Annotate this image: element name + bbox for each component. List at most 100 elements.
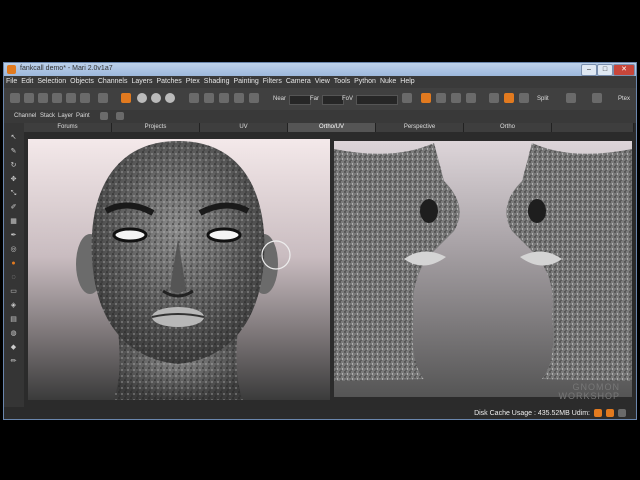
ptex-label[interactable]: Ptex [618,96,630,102]
disk-cache-status: Disk Cache Usage : 435.52MB Udim: [474,410,590,417]
mari-app-icon [7,65,16,74]
stack-button[interactable]: Stack [40,113,55,119]
tab-ortho[interactable]: Ortho [464,123,552,132]
window-title: fankcall demo* - Mari 2.0v1a7 [20,65,113,72]
shader-icon[interactable] [592,93,602,103]
split-label[interactable]: Split [537,96,549,102]
status-gear-icon[interactable] [594,409,602,417]
menu-patches[interactable]: Patches [154,76,183,85]
layer-button[interactable]: Layer [58,113,73,119]
move-icon[interactable] [436,93,446,103]
clone-icon[interactable]: ◎ [9,245,18,254]
bake-icon[interactable] [519,93,529,103]
sphere-brush-icon[interactable] [137,93,147,103]
menu-bar: File Edit Selection Objects Channels Layers Pa… [4,76,636,88]
rotate-icon[interactable] [451,93,461,103]
far-field[interactable] [322,95,344,105]
add-layer-icon[interactable] [100,112,108,120]
close-button[interactable]: ✕ [613,64,635,76]
pen-icon[interactable]: ✏ [9,357,18,366]
gradient-icon[interactable]: ▤ [9,315,18,324]
paint-through-icon[interactable] [189,93,199,103]
head-model [76,141,291,400]
wireframe-icon[interactable] [504,93,514,103]
camera-icon[interactable] [489,93,499,103]
view-tabs: Forums Projects UV Ortho/UV Perspective … [24,123,634,132]
tab-ortho-uv[interactable]: Ortho/UV [288,123,376,132]
menu-objects[interactable]: Objects [68,76,96,85]
rotate-view-icon[interactable]: ↻ [9,161,18,170]
open-project-icon[interactable] [24,93,34,103]
main-toolbar: Near Far FoV Split Ptex [4,88,636,111]
import-icon[interactable] [52,93,62,103]
minimize-button[interactable]: – [581,64,597,76]
uv-viewport[interactable] [334,141,632,397]
tool-palette: ↖ ✎ ↻ ✥ ⤡ ✐ ▦ ✒ ◎ ● ◌ ▭ ◈ ▤ ◍ ◆ ✏ [4,123,24,419]
status-lock-icon[interactable] [618,409,626,417]
eraser-icon[interactable]: ▭ [9,287,18,296]
menu-shading[interactable]: Shading [202,76,232,85]
patch-select-icon[interactable] [219,93,229,103]
status-brush-icon[interactable] [606,409,614,417]
settings-icon[interactable] [80,93,90,103]
tab-forums[interactable]: Forums [24,123,112,132]
status-bar: Disk Cache Usage : 435.52MB Udim: [4,407,636,419]
menu-ptex[interactable]: Ptex [184,76,202,85]
maximize-button[interactable]: □ [597,64,613,76]
tab-projects[interactable]: Projects [112,123,200,132]
channel-button[interactable]: Channel [14,113,36,119]
select-arrow-icon[interactable]: ↖ [9,133,18,142]
watermark-line-2: WORKSHOP [558,391,620,401]
menu-painting[interactable]: Painting [231,76,260,85]
tab-perspective[interactable]: Perspective [376,123,464,132]
far-label: Far [310,96,319,102]
fill-icon[interactable]: ◈ [9,301,18,310]
hard-brush-icon[interactable] [165,93,175,103]
fov-label: FoV [342,96,354,102]
menu-nuke[interactable]: Nuke [378,76,398,85]
grid-icon[interactable] [98,93,108,103]
new-project-icon[interactable] [10,93,20,103]
soft-brush-icon[interactable] [151,93,161,103]
toggle-icon[interactable] [402,93,412,103]
menu-filters[interactable]: Filters [261,76,284,85]
export-icon[interactable] [66,93,76,103]
blur-icon[interactable]: ◍ [9,329,18,338]
grid-tool-icon[interactable]: ▦ [9,217,18,226]
lasso-icon[interactable]: ✎ [9,147,18,156]
brush-active-icon[interactable] [121,93,131,103]
transform-icon[interactable] [204,93,214,103]
perspective-viewport[interactable] [28,139,330,400]
undo-icon[interactable] [566,93,576,103]
menu-view[interactable]: View [313,76,332,85]
zoom-icon[interactable] [466,93,476,103]
save-icon[interactable] [38,93,48,103]
tab-uv[interactable]: UV [200,123,288,132]
pan-icon[interactable]: ✥ [9,175,18,184]
fov-slider[interactable] [356,95,398,105]
smudge-icon[interactable]: ◌ [9,273,18,282]
layer-options-icon[interactable] [116,112,124,120]
sharpen-icon[interactable]: ◆ [9,343,18,352]
near-label: Near [273,96,287,102]
menu-python[interactable]: Python [352,76,378,85]
near-field[interactable] [289,95,311,105]
menu-file[interactable]: File [4,76,19,85]
lock-icon[interactable] [234,93,244,103]
menu-channels[interactable]: Channels [96,76,130,85]
menu-selection[interactable]: Selection [35,76,68,85]
eyedropper-icon[interactable]: ✒ [9,231,18,240]
paint-brush-icon[interactable]: ✐ [9,203,18,212]
paint-mode-icon[interactable] [421,93,431,103]
mask-icon[interactable] [249,93,259,103]
menu-help[interactable]: Help [398,76,416,85]
tab-empty [552,123,634,132]
paint-through-tool-icon[interactable]: ● [9,259,18,268]
title-bar[interactable]: fankcall demo* - Mari 2.0v1a7 – □ ✕ [4,63,636,76]
paint-button[interactable]: Paint [76,113,90,119]
menu-tools[interactable]: Tools [332,76,352,85]
menu-edit[interactable]: Edit [19,76,35,85]
menu-camera[interactable]: Camera [284,76,313,85]
transform-tool-icon[interactable]: ⤡ [9,189,18,198]
menu-layers[interactable]: Layers [129,76,154,85]
